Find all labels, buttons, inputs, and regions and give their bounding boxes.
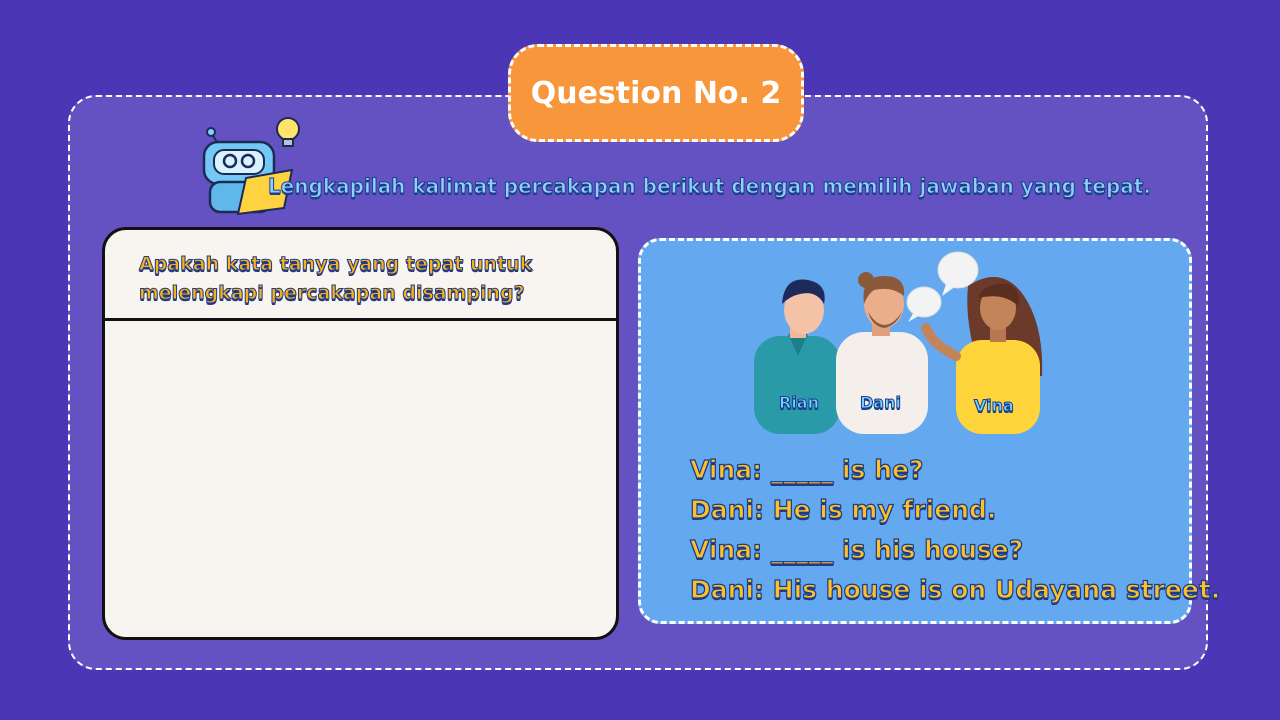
name-tag-rian: Rian (779, 393, 820, 413)
question-line-1: Apakah kata tanya yang tepat untuk (139, 253, 533, 276)
question-header: Apakah kata tanya yang tepat untuk melen… (105, 230, 616, 321)
lightbulb-icon (276, 117, 300, 147)
dialog-line: Dani: His house is on Udayana street. (689, 574, 1221, 604)
name-tag-dani: Dani (860, 393, 902, 413)
name-tag-vina: Vina (974, 396, 1015, 416)
instruction-text: Lengkapilah kalimat percakapan berikut d… (268, 174, 1152, 199)
question-card: Apakah kata tanya yang tepat untuk melen… (102, 227, 619, 640)
question-title: Question No. 2 (530, 75, 782, 111)
speech-bubble-icon (906, 251, 979, 322)
dialog-line: Dani: He is my friend. (689, 494, 997, 524)
question-title-badge: Question No. 2 (508, 44, 804, 142)
dialog-line: Vina: _____ is his house? (689, 534, 1024, 564)
robot-mascot-icon (202, 117, 300, 216)
dialog-lines: Vina: _____ is he? Dani: He is my friend… (689, 450, 1221, 610)
question-line-2: melengkapi percakapan disamping? (139, 282, 526, 305)
dialog-line: Vina: _____ is he? (689, 454, 924, 484)
answer-area[interactable] (105, 321, 616, 637)
